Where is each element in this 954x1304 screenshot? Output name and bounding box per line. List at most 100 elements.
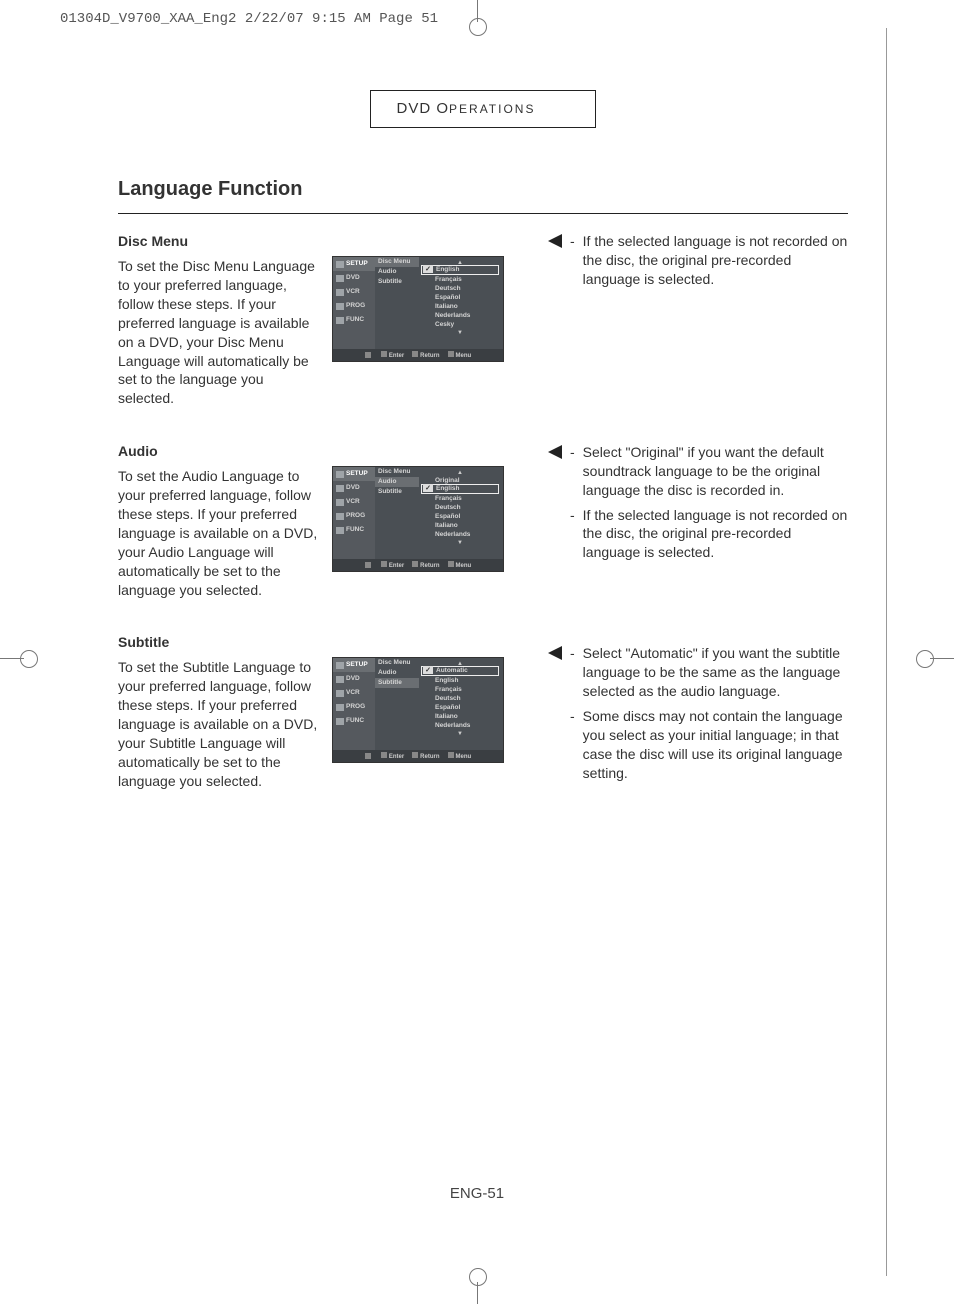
page-title: Language Function	[118, 176, 848, 203]
block-heading: Subtitle	[118, 633, 318, 652]
osd-mid-item: Subtitle	[375, 487, 419, 497]
osd-footer-item: Enter	[381, 561, 404, 570]
note-text: If the selected language is not recorded…	[583, 232, 848, 289]
osd-side-item: FUNC	[333, 714, 375, 728]
nav-icon	[365, 753, 371, 759]
osd-option: Français	[421, 494, 499, 503]
scroll-up-icon: ▲	[421, 469, 499, 476]
osd-option: Español	[421, 512, 499, 521]
crop-header: 01304D_V9700_XAA_Eng2 2/22/07 9:15 AM Pa…	[60, 10, 438, 29]
osd-footer: EnterReturnMenu	[333, 349, 503, 361]
osd-side-label: VCR	[346, 689, 360, 698]
osd-footer-item: Return	[412, 752, 439, 761]
note-item: -If the selected language is not recorde…	[548, 506, 848, 563]
osd-option: Deutsch	[421, 284, 499, 293]
osd-side-label: SETUP	[346, 661, 368, 670]
block-body: To set the Subtitle Language to your pre…	[118, 658, 318, 790]
osd-footer-item: Menu	[448, 752, 472, 761]
menu-icon	[336, 485, 344, 492]
osd-option: Nederlands	[421, 530, 499, 539]
osd-mid-item: Subtitle	[375, 277, 419, 287]
osd-option: Italiano	[421, 712, 499, 721]
osd-side-item: PROG	[333, 509, 375, 523]
button-icon	[448, 752, 454, 758]
osd-mid-item: Audio	[375, 267, 419, 277]
osd-side-label: VCR	[346, 288, 360, 297]
note-group: -Select "Automatic" if you want the subt…	[548, 644, 848, 782]
osd-option: Español	[421, 703, 499, 712]
arrow-left-icon	[548, 445, 562, 459]
osd-mid-item: Disc Menu	[375, 467, 419, 477]
osd-side-label: VCR	[346, 498, 360, 507]
button-icon	[448, 351, 454, 357]
osd-side-item: VCR	[333, 285, 375, 299]
arrow-left-icon	[548, 646, 562, 660]
menu-icon	[336, 513, 344, 520]
osd-side-item: SETUP	[333, 257, 375, 271]
osd-mid-item: Disc Menu	[375, 257, 419, 267]
osd-mid-item: Disc Menu	[375, 658, 419, 668]
note-text: Select "Original" if you want the defaul…	[583, 443, 848, 500]
bullet-dash: -	[570, 232, 575, 251]
osd-footer-item: Return	[412, 561, 439, 570]
menu-icon	[336, 690, 344, 697]
bullet-dash: -	[570, 644, 575, 663]
page-number: ENG-51	[0, 1184, 954, 1204]
bullet-dash: -	[570, 506, 575, 525]
osd-footer-item: Enter	[381, 752, 404, 761]
right-column: -If the selected language is not recorde…	[548, 232, 848, 824]
bullet-dash: -	[570, 707, 575, 726]
scroll-down-icon: ▼	[421, 730, 499, 737]
content-block: AudioTo set the Audio Language to your p…	[118, 442, 518, 599]
note-text: Some discs may not contain the language …	[583, 707, 848, 783]
osd-side-item: PROG	[333, 299, 375, 313]
osd-option: Español	[421, 293, 499, 302]
menu-icon	[336, 676, 344, 683]
block-body: To set the Disc Menu Language to your pr…	[118, 257, 318, 408]
menu-icon	[336, 289, 344, 296]
button-icon	[412, 561, 418, 567]
note-group: -If the selected language is not recorde…	[548, 232, 848, 289]
section-label: DVD OPERATIONS	[370, 90, 597, 128]
osd-footer: Enter Return Menu	[333, 750, 503, 762]
divider	[118, 213, 848, 214]
osd-side-item: DVD	[333, 271, 375, 285]
menu-icon	[336, 471, 344, 478]
osd-side-item: DVD	[333, 672, 375, 686]
arrow-left-icon	[548, 508, 562, 522]
osd-option: English	[421, 265, 499, 275]
note-item: -Select "Automatic" if you want the subt…	[548, 644, 848, 701]
osd-side-label: FUNC	[346, 316, 364, 325]
osd-side-label: DVD	[346, 675, 360, 684]
osd-footer-item: Menu	[448, 351, 472, 360]
osd-option: Italiano	[421, 302, 499, 311]
menu-icon	[336, 317, 344, 324]
button-icon	[381, 351, 387, 357]
arrow-left-icon	[548, 234, 562, 248]
osd-side-item: VCR	[333, 686, 375, 700]
osd-option: English	[421, 676, 499, 685]
menu-icon	[336, 662, 344, 669]
section-label-text: DVD O	[397, 100, 450, 117]
osd-footer-item: Enter	[381, 351, 404, 360]
osd-option: Français	[421, 685, 499, 694]
osd-option: Italiano	[421, 521, 499, 530]
menu-icon	[336, 499, 344, 506]
osd-option: Automatic	[421, 666, 499, 676]
menu-icon	[336, 261, 344, 268]
osd-side-item: DVD	[333, 481, 375, 495]
button-icon	[381, 752, 387, 758]
arrow-left-icon	[548, 709, 562, 723]
scroll-down-icon: ▼	[421, 329, 499, 336]
osd-footer: Enter Return Menu	[333, 559, 503, 571]
osd-footer-item: Menu	[448, 561, 472, 570]
block-heading: Audio	[118, 442, 318, 461]
osd-side-item: PROG	[333, 700, 375, 714]
page-edge	[886, 28, 887, 1276]
osd-side-label: DVD	[346, 484, 360, 493]
osd-mid-item: Subtitle	[375, 678, 419, 688]
osd-option: Deutsch	[421, 694, 499, 703]
osd-option: Nederlands	[421, 311, 499, 320]
osd-screenshot: SETUPDVD VCR PROG FUNC Disc MenuAudioSubtitl…	[332, 256, 504, 362]
osd-side-label: FUNC	[346, 526, 364, 535]
